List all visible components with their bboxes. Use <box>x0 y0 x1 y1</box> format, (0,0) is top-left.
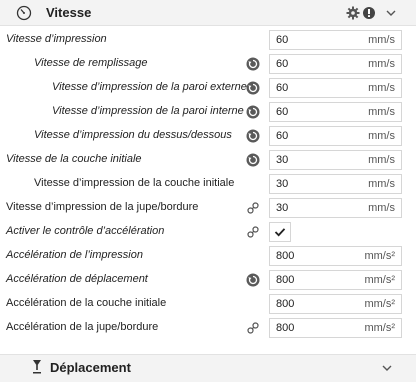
setting-label: Vitesse d’impression du dessus/dessous <box>34 129 232 141</box>
speedometer-icon <box>16 5 32 21</box>
setting-unit: mm/s² <box>364 322 395 334</box>
setting-label: Accélération de la jupe/bordure <box>6 321 159 333</box>
setting-unit: mm/s <box>368 106 395 118</box>
setting-label: Vitesse d’impression de la paroi externe <box>52 81 247 93</box>
setting-value: 30 <box>276 202 289 214</box>
reset-icon[interactable] <box>246 57 260 71</box>
setting-value: 30 <box>276 178 289 190</box>
setting-value: 60 <box>276 106 289 118</box>
setting-input[interactable]: 60 mm/s <box>269 126 402 146</box>
setting-input[interactable]: 800 mm/s² <box>269 246 402 266</box>
setting-unit: mm/s <box>368 58 395 70</box>
setting-label: Vitesse de la couche initiale <box>6 153 142 165</box>
setting-unit: mm/s <box>368 202 395 214</box>
setting-input[interactable]: 60 mm/s <box>269 102 402 122</box>
reset-icon[interactable] <box>246 153 260 167</box>
category-title-next: Déplacement <box>50 360 131 375</box>
chevron-down-icon[interactable] <box>380 361 394 375</box>
setting-unit: mm/s <box>368 82 395 94</box>
setting-label: Activer le contrôle d’accélération <box>6 225 165 237</box>
chevron-down-icon[interactable] <box>384 6 398 20</box>
setting-value: 800 <box>276 274 295 286</box>
reset-icon[interactable] <box>246 81 260 95</box>
setting-label: Accélération de la couche initiale <box>6 297 167 309</box>
setting-input[interactable]: 30 mm/s <box>269 174 402 194</box>
setting-input[interactable]: 30 mm/s <box>269 150 402 170</box>
category-header-vitesse[interactable]: Vitesse <box>0 0 416 26</box>
setting-row: Vitesse de remplissage 60 mm/s <box>0 52 416 76</box>
setting-unit: mm/s² <box>364 298 395 310</box>
setting-value: 60 <box>276 82 289 94</box>
setting-label: Vitesse d’impression de la couche initia… <box>34 177 235 189</box>
setting-label: Vitesse de remplissage <box>34 57 148 69</box>
setting-input[interactable]: 800 mm/s² <box>269 270 402 290</box>
setting-value: 800 <box>276 298 295 310</box>
setting-row: Vitesse d’impression de la paroi externe… <box>0 76 416 100</box>
setting-row: Vitesse d’impression de la paroi interne… <box>0 100 416 124</box>
setting-input[interactable]: 800 mm/s² <box>269 318 402 338</box>
setting-row: Vitesse d’impression de la jupe/bordure 3… <box>0 196 416 220</box>
setting-row: Activer le contrôle d’accélération <box>0 220 416 244</box>
checkmark-icon <box>274 228 286 237</box>
reset-icon[interactable] <box>246 273 260 287</box>
setting-unit: mm/s <box>368 154 395 166</box>
setting-value: 800 <box>276 322 295 334</box>
setting-unit: mm/s² <box>364 274 395 286</box>
setting-unit: mm/s <box>368 34 395 46</box>
reset-icon[interactable] <box>246 129 260 143</box>
category-header-deplacement[interactable]: Déplacement <box>0 354 416 382</box>
setting-label: Accélération de l’impression <box>6 249 143 261</box>
setting-row: Vitesse d’impression du dessus/dessous 60… <box>0 124 416 148</box>
setting-value: 60 <box>276 130 289 142</box>
setting-input[interactable]: 60 mm/s <box>269 54 402 74</box>
setting-unit: mm/s² <box>364 250 395 262</box>
setting-input[interactable]: 60 mm/s <box>269 78 402 98</box>
setting-label: Vitesse d’impression <box>6 33 107 45</box>
setting-unit: mm/s <box>368 130 395 142</box>
setting-unit: mm/s <box>368 178 395 190</box>
setting-row: Accélération de la jupe/bordure 800 mm/s² <box>0 316 416 340</box>
setting-label: Accélération de déplacement <box>6 273 148 285</box>
acceleration-checkbox[interactable] <box>269 222 291 242</box>
link-icon[interactable] <box>246 201 260 215</box>
setting-value: 60 <box>276 34 289 46</box>
setting-row: Vitesse d’impression de la couche initia… <box>0 172 416 196</box>
setting-row: Vitesse d’impression 60 mm/s <box>0 28 416 52</box>
setting-row: Accélération de l’impression 800 mm/s² <box>0 244 416 268</box>
setting-input[interactable]: 30 mm/s <box>269 198 402 218</box>
setting-row: Vitesse de la couche initiale 30 mm/s <box>0 148 416 172</box>
travel-icon <box>33 360 41 374</box>
setting-value: 30 <box>276 154 289 166</box>
link-icon[interactable] <box>246 321 260 335</box>
setting-row: Accélération de déplacement 800 mm/s² <box>0 268 416 292</box>
setting-row: Accélération de la couche initiale 800 mm/… <box>0 292 416 316</box>
setting-input[interactable]: 800 mm/s² <box>269 294 402 314</box>
reset-icon[interactable] <box>246 105 260 119</box>
setting-input[interactable]: 60 mm/s <box>269 30 402 50</box>
info-icon[interactable] <box>362 6 376 20</box>
gear-icon[interactable] <box>346 6 360 20</box>
setting-value: 800 <box>276 250 295 262</box>
setting-value: 60 <box>276 58 289 70</box>
link-icon[interactable] <box>246 225 260 239</box>
setting-label: Vitesse d’impression de la paroi interne <box>52 105 244 117</box>
setting-label: Vitesse d’impression de la jupe/bordure <box>6 201 199 213</box>
category-title: Vitesse <box>46 5 92 20</box>
